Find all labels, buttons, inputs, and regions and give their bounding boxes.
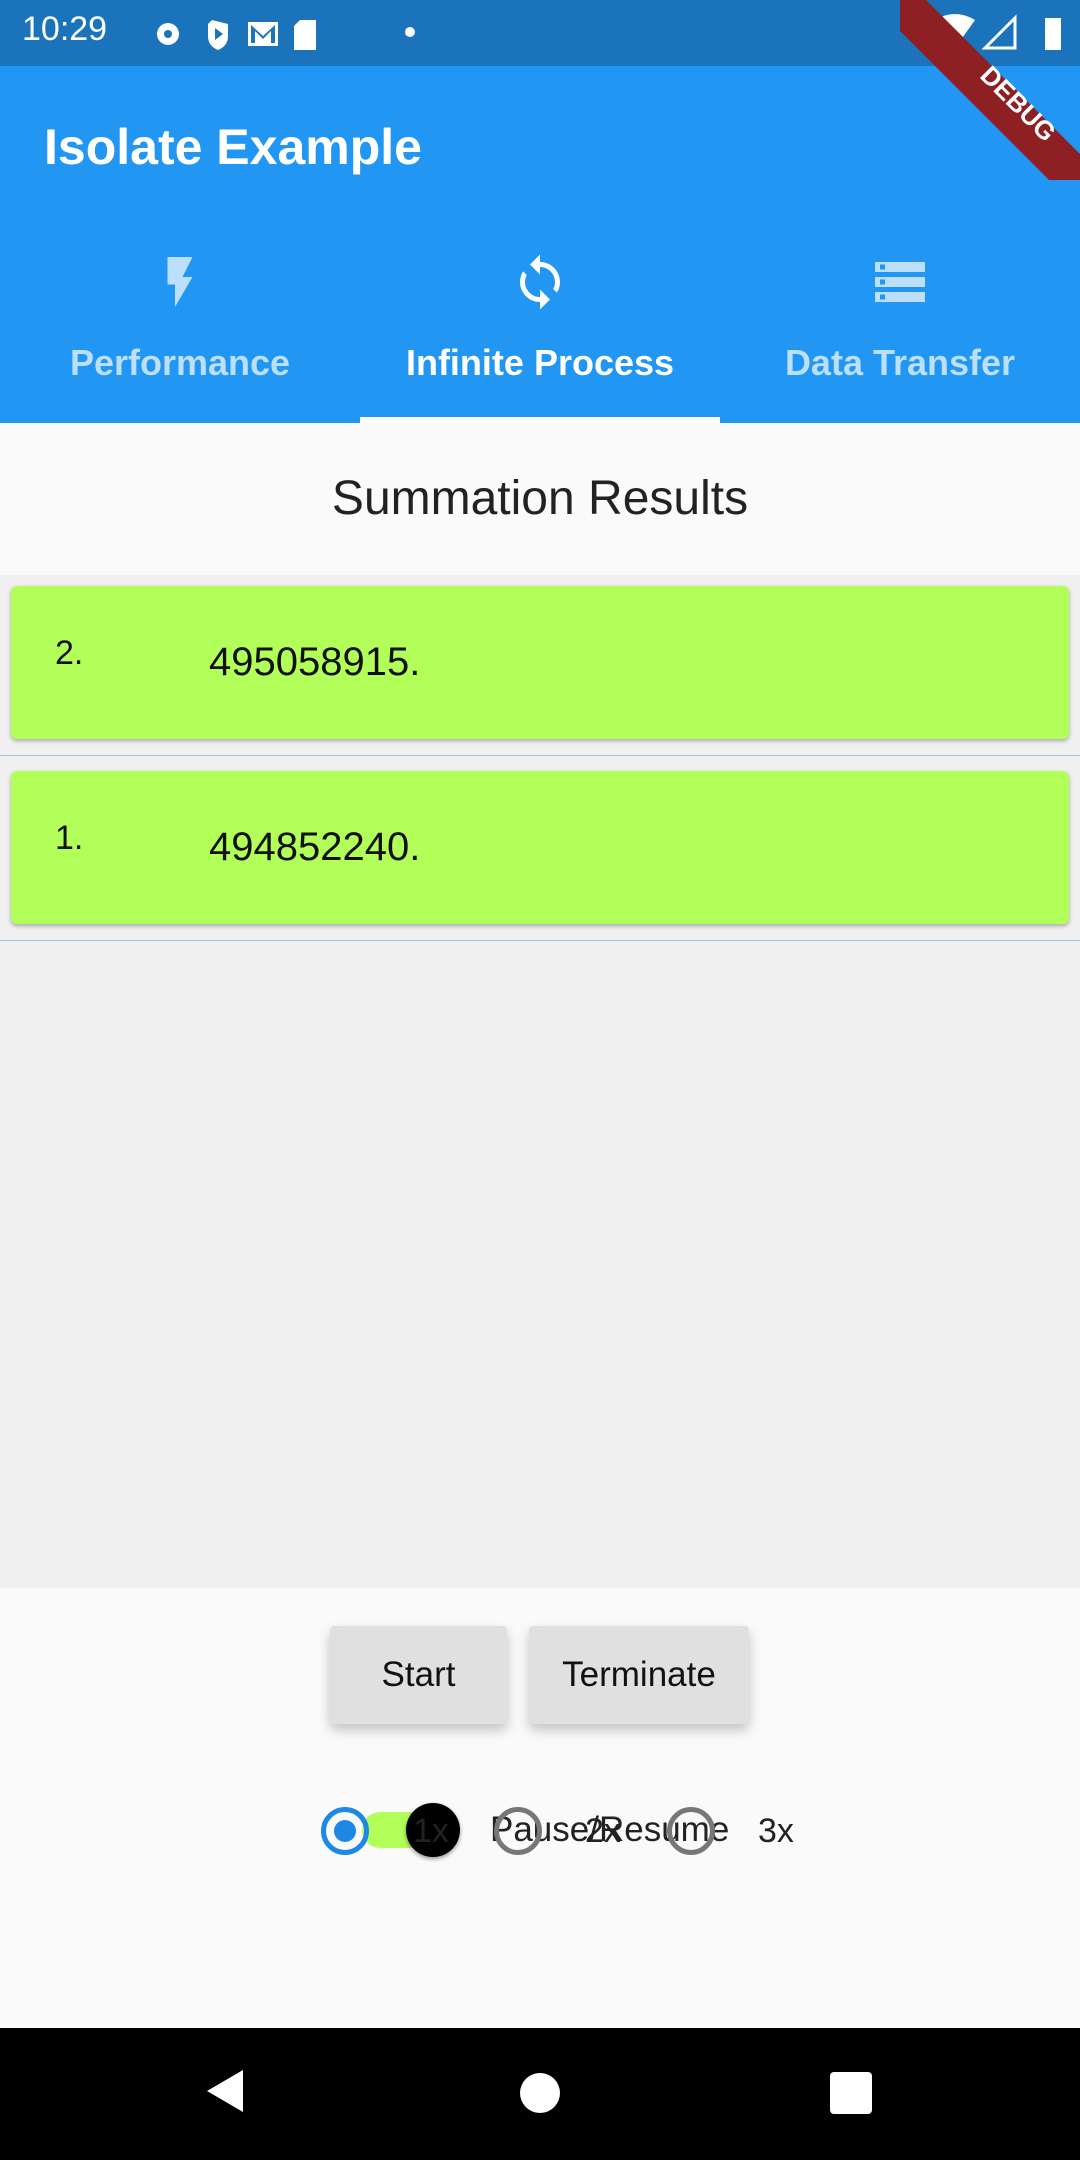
tab-performance[interactable]: Performance <box>0 66 360 423</box>
result-card: 1. 494852240. <box>11 771 1069 924</box>
tab-label: Data Transfer <box>784 342 1016 383</box>
back-icon[interactable] <box>205 2068 245 2114</box>
notification-icons <box>157 20 316 50</box>
result-value: 495058915. <box>209 640 421 684</box>
storage-icon <box>875 262 925 302</box>
radio-3x[interactable] <box>667 1807 715 1855</box>
recents-icon[interactable] <box>830 2072 872 2114</box>
result-index: 2. <box>55 634 84 672</box>
flash-icon <box>167 257 193 307</box>
radio-1x[interactable] <box>321 1807 369 1855</box>
divider <box>0 940 1080 941</box>
tab-label: Performance <box>69 342 291 383</box>
sync-icon <box>520 254 560 310</box>
navigation-bar <box>0 2028 1080 2160</box>
radio-label: 2x <box>585 1812 621 1850</box>
result-index: 1. <box>55 819 84 857</box>
start-button[interactable]: Start <box>330 1626 507 1724</box>
terminate-button[interactable]: Terminate <box>529 1626 749 1724</box>
results-header: Summation Results <box>0 423 1080 575</box>
radio-2x[interactable] <box>494 1807 542 1855</box>
result-card: 2. 495058915. <box>11 586 1069 739</box>
dot-icon <box>405 27 415 37</box>
radio-label: 1x <box>413 1812 449 1850</box>
debug-banner: DEBUG <box>900 0 1080 180</box>
home-icon[interactable] <box>520 2073 560 2113</box>
divider <box>0 755 1080 756</box>
radio-label: 3x <box>758 1812 794 1850</box>
tab-infinite-process[interactable]: Infinite Process <box>360 66 720 423</box>
status-time: 10:29 <box>22 10 108 48</box>
controls-panel: Start Terminate Pause/Resume 1x 2x 3x <box>0 1588 1080 2028</box>
tab-label: Infinite Process <box>405 342 675 383</box>
result-value: 494852240. <box>209 825 421 869</box>
